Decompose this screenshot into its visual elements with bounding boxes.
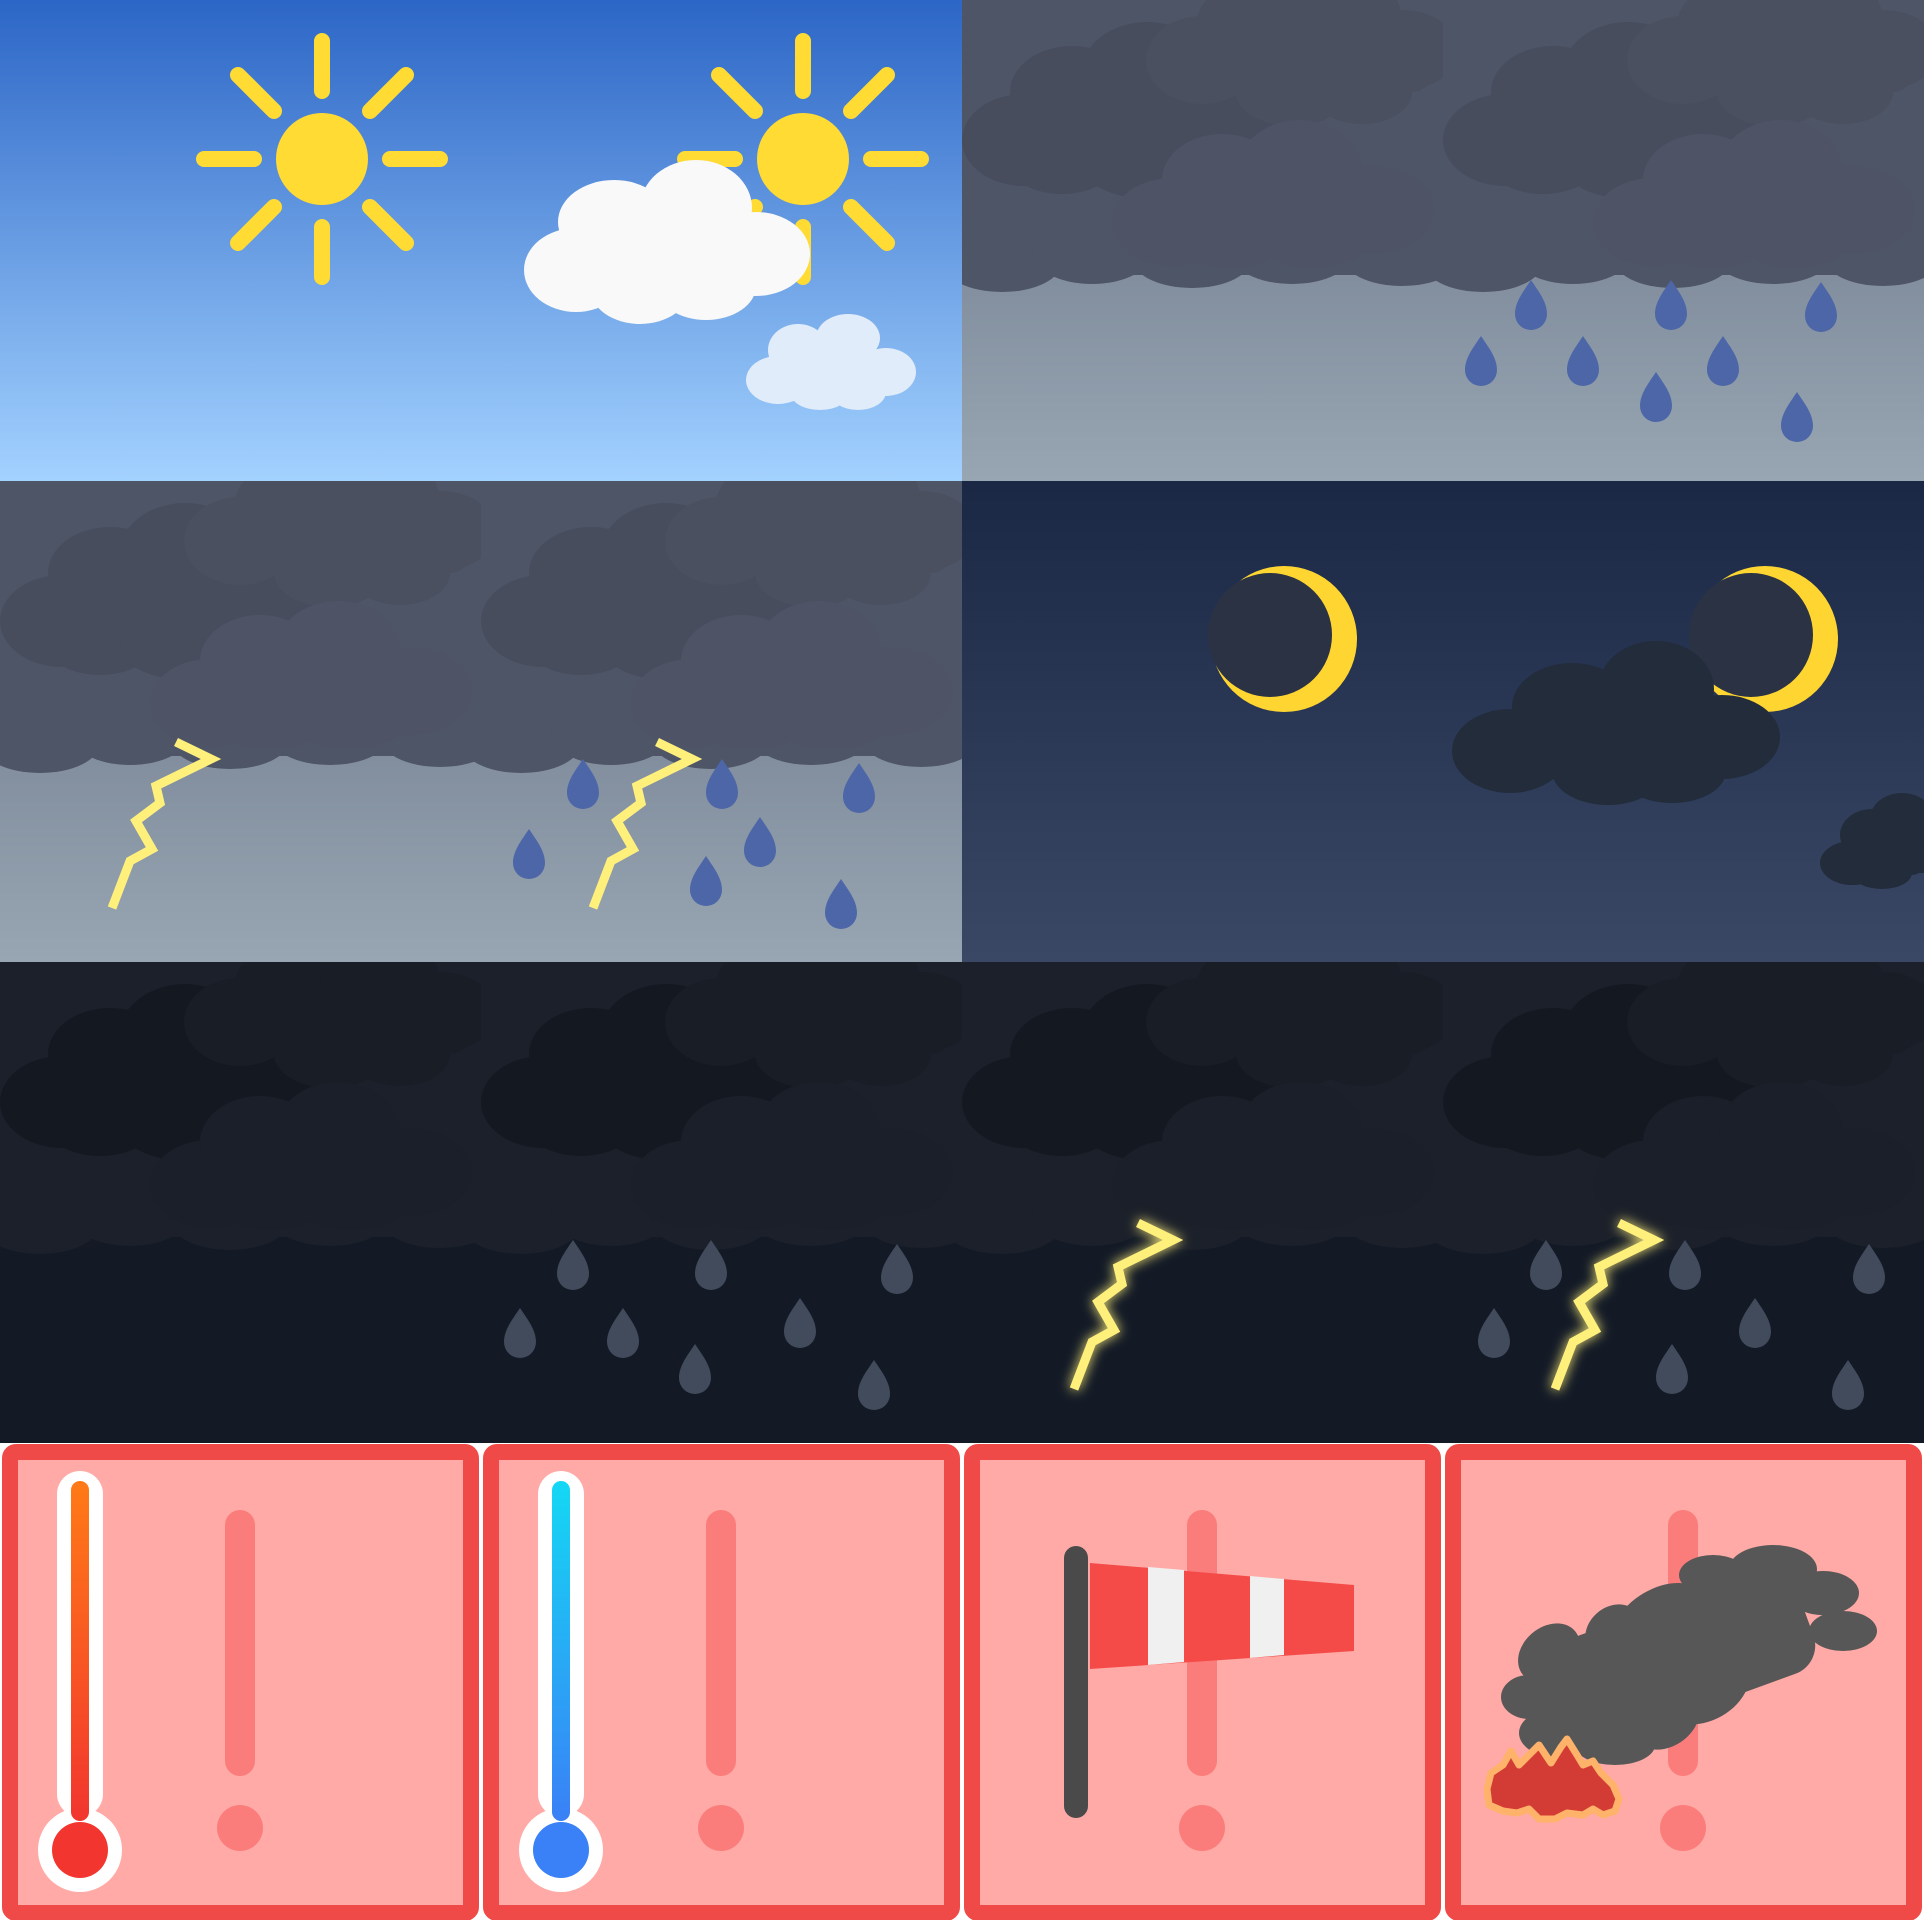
night-storms-scene bbox=[0, 962, 1924, 1443]
warnings-scene bbox=[0, 1443, 1924, 1920]
wildfire-smoke-warning-icon bbox=[1453, 1452, 1914, 1913]
tile-row-warnings bbox=[0, 1443, 1924, 1920]
overcast-rain-scene bbox=[962, 0, 1924, 481]
thunderstorm-scene bbox=[0, 481, 962, 962]
overcast-icon bbox=[962, 0, 1462, 292]
weather-icon-sheet bbox=[0, 0, 1924, 1920]
sun-icon bbox=[204, 41, 440, 277]
tile-row-night-storms bbox=[0, 962, 1924, 1443]
tile-thunderstorm bbox=[0, 481, 962, 962]
heat-warning-icon bbox=[10, 1452, 471, 1913]
tile-clear-night bbox=[962, 481, 1924, 962]
tile-clear-day bbox=[0, 0, 962, 481]
clear-day-scene bbox=[0, 0, 962, 481]
wind-warning-icon bbox=[972, 1452, 1433, 1913]
cold-warning-icon bbox=[491, 1452, 952, 1913]
night-overcast-icon bbox=[0, 962, 500, 1254]
tile-overcast-rain bbox=[962, 0, 1924, 481]
clear-night-scene bbox=[962, 481, 1924, 962]
